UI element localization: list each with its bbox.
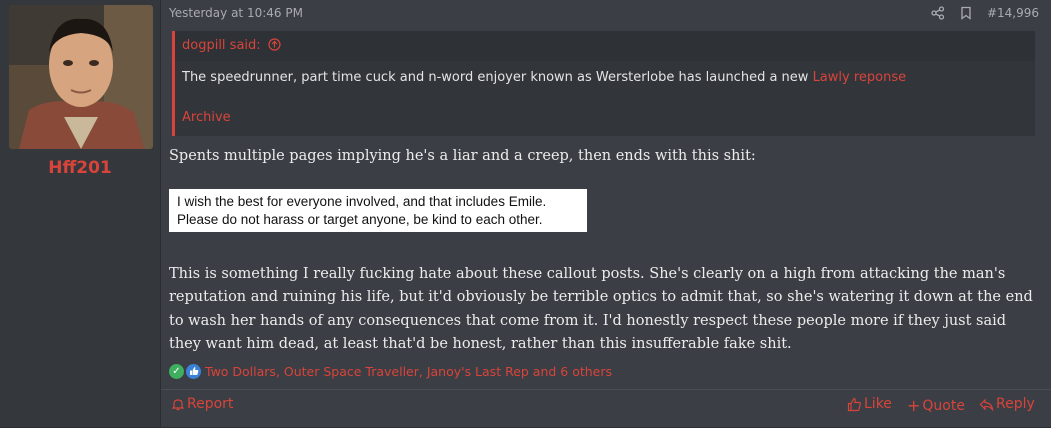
post-footer: Report Like + Quote Reply (161, 389, 1051, 428)
quote-author-label: dogpill said: (182, 38, 261, 53)
thumbs-up-icon (847, 397, 861, 411)
quote-text: The speedrunner, part time cuck and n-wo… (182, 70, 906, 85)
reply-button[interactable]: Reply (979, 396, 1035, 412)
avatar-image (9, 5, 153, 149)
check-reaction-icon: ✓ (169, 363, 184, 379)
reactions-bar[interactable]: ✓ Two Dollars, Outer Space Traveller, Ja… (169, 362, 612, 380)
thumbs-up-reaction-icon (186, 363, 201, 379)
image-text-line-2: Please do not harass or target anyone, b… (177, 212, 543, 227)
quote-author[interactable]: dogpill said: (182, 38, 281, 53)
bookmark-icon[interactable] (959, 6, 973, 20)
post-paragraph-1: Spents multiple pages implying he's a li… (169, 148, 756, 164)
user-column: Hff201 (0, 0, 160, 427)
reply-icon (979, 398, 994, 411)
post: Yesterday at 10:46 PM #14,996 dogpill sa… (161, 0, 1051, 427)
report-button[interactable]: Report (171, 396, 233, 412)
post-date[interactable]: Yesterday at 10:46 PM (169, 6, 303, 20)
reactions-text[interactable]: Two Dollars, Outer Space Traveller, Jano… (205, 364, 612, 379)
report-label: Report (187, 396, 234, 412)
quote-body-text: The speedrunner, part time cuck and n-wo… (182, 70, 813, 85)
avatar[interactable] (9, 5, 153, 149)
quote-link[interactable]: Lawly reponse (813, 70, 907, 85)
reply-label: Reply (996, 396, 1035, 412)
image-text-line-1: I wish the best for everyone involved, a… (177, 194, 547, 209)
arrow-up-circle-icon[interactable] (268, 38, 281, 51)
share-icon[interactable] (931, 6, 945, 20)
archive-link[interactable]: Archive (182, 110, 231, 125)
quote-button[interactable]: + Quote (907, 396, 965, 415)
quote-header: dogpill said: (175, 31, 1035, 61)
post-number[interactable]: #14,996 (987, 6, 1039, 20)
like-label: Like (864, 396, 892, 412)
like-button[interactable]: Like (847, 396, 892, 412)
embedded-image[interactable]: I wish the best for everyone involved, a… (169, 189, 587, 232)
post-actions: #14,996 (931, 6, 1039, 20)
quote-label: Quote (922, 397, 965, 414)
post-header: Yesterday at 10:46 PM #14,996 (169, 6, 1039, 24)
post-paragraph-2: This is something I really fucking hate … (169, 266, 1033, 353)
bell-icon (171, 399, 185, 411)
plus-icon: + (907, 396, 921, 415)
quote-block: dogpill said: The speedrunner, part time… (172, 31, 1035, 136)
username[interactable]: Hff201 (0, 158, 160, 178)
